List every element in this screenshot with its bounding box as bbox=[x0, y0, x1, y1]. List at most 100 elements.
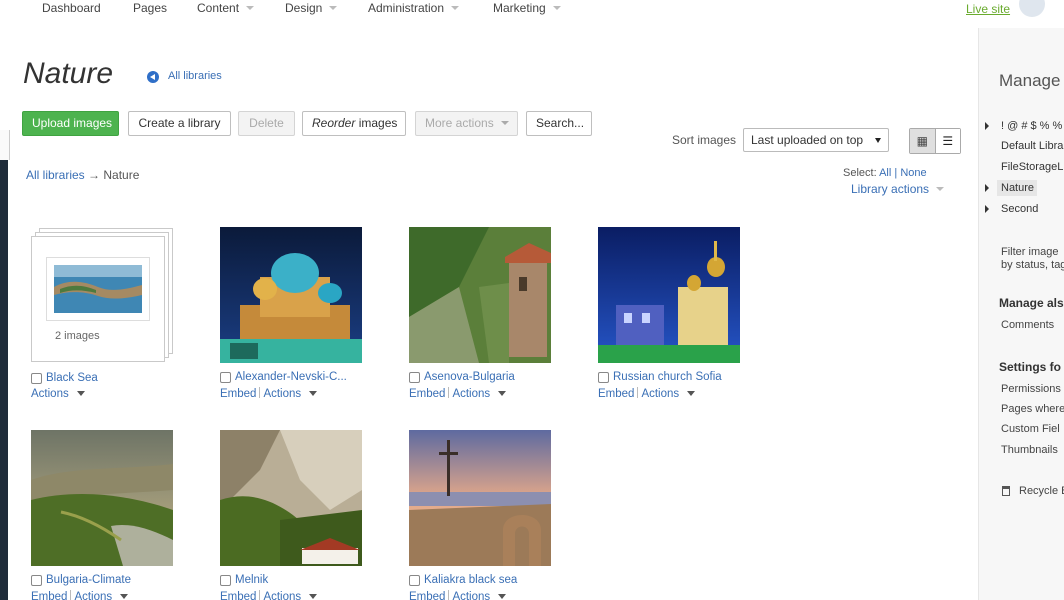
image-thumbnail[interactable] bbox=[409, 430, 551, 566]
settings-heading: Settings fo bbox=[999, 360, 1061, 374]
tile-name-link[interactable]: Melnik bbox=[235, 574, 268, 586]
tile-caption: Alexander-Nevski-C... bbox=[220, 371, 347, 383]
permissions-link[interactable]: Permissions bbox=[1001, 383, 1061, 395]
breadcrumb-current: Nature bbox=[103, 168, 140, 182]
create-library-button[interactable]: Create a library bbox=[128, 111, 231, 136]
view-toggle: ▦ ☰ bbox=[909, 128, 961, 154]
sort-label: Sort images bbox=[672, 133, 737, 147]
thumbnails-link[interactable]: Thumbnails bbox=[1001, 444, 1058, 456]
library-actions-menu[interactable]: Library actions bbox=[851, 182, 945, 196]
avatar[interactable] bbox=[1019, 0, 1045, 17]
nav-design[interactable]: Design bbox=[285, 1, 338, 15]
right-sidebar: Manage l ! @ # $ % % ? Default Libra Fil… bbox=[978, 28, 1064, 600]
actions-menu[interactable]: Actions bbox=[452, 388, 490, 400]
chevron-down-icon[interactable] bbox=[120, 594, 129, 599]
custom-fields-link[interactable]: Custom Fiel bbox=[1001, 423, 1060, 435]
select-checkbox[interactable] bbox=[31, 574, 42, 586]
nav-dashboard[interactable]: Dashboard bbox=[42, 1, 101, 15]
left-panel-edge bbox=[0, 130, 10, 160]
select-checkbox[interactable] bbox=[598, 371, 609, 383]
expand-arrow-icon[interactable] bbox=[985, 205, 989, 213]
select-controls: Select: All | None bbox=[843, 167, 927, 179]
select-checkbox[interactable] bbox=[409, 574, 420, 586]
breadcrumb-root-link[interactable]: All libraries bbox=[26, 168, 85, 182]
divider bbox=[259, 590, 261, 600]
tile-links: Actions bbox=[31, 388, 85, 400]
nav-marketing[interactable]: Marketing bbox=[493, 1, 561, 15]
sidebar-library-item[interactable]: FileStorageLi bbox=[1001, 161, 1064, 173]
pages-where-link[interactable]: Pages where bbox=[1001, 403, 1064, 415]
tile-name-link[interactable]: Alexander-Nevski-C... bbox=[235, 371, 347, 383]
embed-link[interactable]: Embed bbox=[409, 388, 445, 400]
tile-caption: Russian church Sofia bbox=[598, 371, 722, 383]
reorder-images-button[interactable]: Reorder images bbox=[302, 111, 406, 136]
select-all-link[interactable]: All bbox=[879, 167, 891, 179]
tile-name-link[interactable]: Black Sea bbox=[46, 372, 98, 384]
chevron-down-icon[interactable] bbox=[309, 594, 318, 599]
back-arrow-icon[interactable] bbox=[147, 71, 159, 83]
chevron-down-icon[interactable] bbox=[687, 391, 696, 396]
embed-link[interactable]: Embed bbox=[598, 388, 634, 400]
actions-menu[interactable]: Actions bbox=[31, 388, 69, 400]
divider bbox=[637, 387, 639, 398]
folder-stack[interactable]: 2 images bbox=[31, 228, 173, 364]
chevron-down-icon[interactable] bbox=[76, 391, 85, 396]
nav-pages[interactable]: Pages bbox=[133, 1, 167, 15]
nav-content[interactable]: Content bbox=[197, 1, 255, 15]
select-checkbox[interactable] bbox=[409, 371, 420, 383]
dropdown-arrow-icon bbox=[875, 138, 881, 143]
filter-images-link[interactable]: Filter image bbox=[1001, 246, 1058, 258]
image-thumbnail[interactable] bbox=[220, 430, 362, 566]
select-none-link[interactable]: None bbox=[900, 167, 926, 179]
top-navigation: Dashboard Pages Content Design Administr… bbox=[0, 0, 1064, 18]
recycle-bin-link[interactable]: Recycle B bbox=[1019, 485, 1064, 497]
select-checkbox[interactable] bbox=[31, 372, 42, 384]
tile-name-link[interactable]: Bulgaria-Climate bbox=[46, 574, 131, 586]
sidebar-library-item[interactable]: Second bbox=[1001, 203, 1038, 215]
chevron-down-icon bbox=[451, 6, 460, 10]
sidebar-library-item[interactable]: ! @ # $ % % ? bbox=[1001, 120, 1064, 132]
image-thumbnail[interactable] bbox=[598, 227, 740, 363]
tile-name-link[interactable]: Asenova-Bulgaria bbox=[424, 371, 515, 383]
chevron-down-icon[interactable] bbox=[498, 391, 507, 396]
manage-also-heading: Manage als bbox=[999, 296, 1064, 310]
sidebar-library-item[interactable]: Default Libra bbox=[1001, 140, 1063, 152]
all-libraries-link[interactable]: All libraries bbox=[168, 70, 222, 82]
church-image bbox=[598, 227, 740, 363]
sort-select[interactable]: Last uploaded on top bbox=[743, 128, 889, 152]
expand-arrow-icon[interactable] bbox=[985, 184, 989, 192]
tile-links: Embed Actions bbox=[598, 387, 696, 400]
embed-link[interactable]: Embed bbox=[409, 591, 445, 600]
tile-links: Embed Actions bbox=[220, 590, 318, 600]
upload-images-button[interactable]: Upload images bbox=[22, 111, 119, 136]
sidebar-library-item[interactable]: Nature bbox=[1001, 182, 1034, 194]
delete-button[interactable]: Delete bbox=[238, 111, 295, 136]
embed-link[interactable]: Embed bbox=[220, 388, 256, 400]
actions-menu[interactable]: Actions bbox=[263, 388, 301, 400]
image-thumbnail[interactable] bbox=[409, 227, 551, 363]
actions-menu[interactable]: Actions bbox=[452, 591, 490, 600]
more-actions-button[interactable]: More actions bbox=[415, 111, 518, 136]
actions-menu[interactable]: Actions bbox=[263, 591, 301, 600]
search-button[interactable]: Search... bbox=[526, 111, 592, 136]
nav-administration[interactable]: Administration bbox=[368, 1, 460, 15]
list-view-button[interactable]: ☰ bbox=[935, 129, 960, 153]
tile-name-link[interactable]: Russian church Sofia bbox=[613, 371, 722, 383]
tile-links: Embed Actions bbox=[409, 590, 507, 600]
chevron-down-icon[interactable] bbox=[498, 594, 507, 599]
image-thumbnail[interactable] bbox=[220, 227, 362, 363]
actions-menu[interactable]: Actions bbox=[641, 388, 679, 400]
embed-link[interactable]: Embed bbox=[220, 591, 256, 600]
chevron-down-icon bbox=[500, 121, 509, 125]
chevron-down-icon[interactable] bbox=[309, 391, 318, 396]
select-checkbox[interactable] bbox=[220, 371, 231, 383]
expand-arrow-icon[interactable] bbox=[985, 122, 989, 130]
select-checkbox[interactable] bbox=[220, 574, 231, 586]
comments-link[interactable]: Comments bbox=[1001, 319, 1054, 331]
tile-name-link[interactable]: Kaliakra black sea bbox=[424, 574, 517, 586]
grid-view-button[interactable]: ▦ bbox=[910, 129, 936, 153]
embed-link[interactable]: Embed bbox=[31, 591, 67, 600]
image-thumbnail[interactable] bbox=[31, 430, 173, 566]
actions-menu[interactable]: Actions bbox=[74, 591, 112, 600]
live-site-link[interactable]: Live site bbox=[966, 2, 1010, 16]
